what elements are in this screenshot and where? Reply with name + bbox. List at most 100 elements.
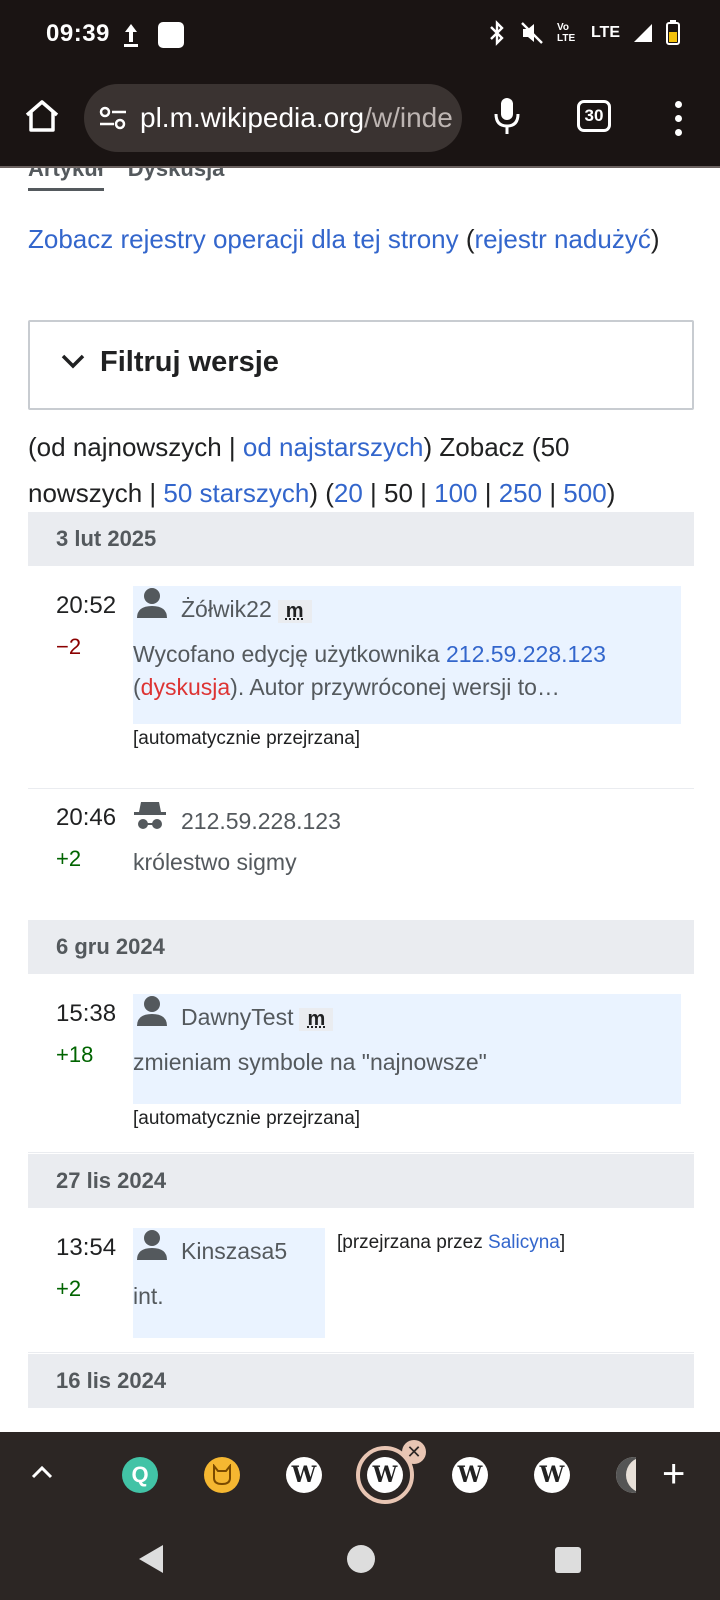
- minor-edit-badge: m: [277, 600, 312, 623]
- recents-icon[interactable]: [554, 1546, 582, 1574]
- entry-summary: int.: [133, 1283, 164, 1309]
- limit-100-link[interactable]: 100: [434, 478, 477, 508]
- entry-time[interactable]: 20:52: [56, 592, 116, 620]
- wikipedia-icon[interactable]: W: [534, 1457, 570, 1493]
- summary-ip-link[interactable]: 212.59.228.123: [446, 641, 606, 667]
- entry-time[interactable]: 15:38: [56, 1000, 116, 1028]
- logs-line: Zobacz rejestry operacji dla tej strony …: [28, 224, 660, 254]
- entry-summary: Wycofano edycję użytkownika 212.59.228.1…: [133, 641, 606, 700]
- home-icon[interactable]: [22, 96, 62, 136]
- entry-separator: [28, 788, 694, 789]
- overflow-menu-icon[interactable]: [668, 98, 688, 138]
- wikipedia-icon[interactable]: W: [286, 1457, 322, 1493]
- review-tag: [automatycznie przejrzana]: [133, 1108, 361, 1129]
- review-suffix: ]: [559, 1232, 566, 1253]
- entry-diff-size: +2: [56, 1276, 82, 1301]
- date-header: 3 lut 2025: [28, 512, 694, 566]
- notification-square-icon: [158, 22, 184, 48]
- cat-icon[interactable]: [204, 1457, 240, 1493]
- entry-separator: [28, 1152, 694, 1153]
- tab-switcher-button[interactable]: 30: [577, 100, 611, 132]
- abuse-log-link[interactable]: rejestr nadużyć: [475, 224, 651, 254]
- date-header: 16 lis 2024: [28, 1354, 694, 1408]
- wikipedia-icon: W: [367, 1457, 403, 1493]
- wikipedia-icon[interactable]: W: [452, 1457, 488, 1493]
- entry-diff-size: +18: [56, 1042, 94, 1067]
- entry-user[interactable]: Żółwik22 m: [181, 596, 312, 623]
- cat-face-icon: [213, 1464, 231, 1486]
- battery-icon: [666, 20, 680, 45]
- filter-revisions-toggle[interactable]: Filtruj wersje: [28, 320, 694, 410]
- signal-icon: [634, 24, 652, 42]
- page-tabs: Artykuł Dyskusja: [28, 168, 224, 191]
- tab-discussion[interactable]: Dyskusja: [128, 168, 225, 191]
- volte-icon: Vo LTE: [556, 22, 576, 44]
- nav-older-link[interactable]: 50 starszych: [163, 478, 309, 508]
- microphone-icon[interactable]: [492, 94, 522, 138]
- nav-see: Zobacz (50: [439, 432, 570, 462]
- nav-newest: od najnowszych: [36, 432, 222, 462]
- entry-username[interactable]: 212.59.228.123: [181, 808, 341, 835]
- anonymous-user-icon: [134, 802, 166, 829]
- history-entry: 15:38 +18 DawnyTest m zmieniam symbole na…: [28, 994, 694, 1144]
- entry-card: DawnyTest m zmieniam symbole na "najnowsz…: [133, 994, 681, 1104]
- entry-card: Żółwik22 m Wycofano edycję użytkownika 21…: [133, 586, 681, 724]
- url-host: pl.m.wikipedia.org: [140, 102, 365, 133]
- moon-icon[interactable]: [616, 1457, 636, 1493]
- tab-strip: Q W W ✕ W W +: [0, 1432, 720, 1518]
- address-bar[interactable]: pl.m.wikipedia.org/w/inde: [84, 84, 462, 152]
- limit-500-link[interactable]: 500: [563, 478, 606, 508]
- upload-icon: [124, 24, 138, 47]
- limit-250-link[interactable]: 250: [499, 478, 542, 508]
- history-entry: 20:52 −2 Żółwik22 m Wycofano edycję użytk…: [28, 586, 694, 756]
- nav-newer: nowszych: [28, 478, 143, 508]
- browser-toolbar: pl.m.wikipedia.org/w/inde 30: [0, 70, 720, 168]
- date-header: 27 lis 2024: [28, 1154, 694, 1208]
- date-header: 6 gru 2024: [28, 920, 694, 974]
- user-icon: [137, 996, 167, 1026]
- user-icon: [137, 1230, 167, 1260]
- history-entry: 20:46 +2 212.59.228.123 królestwo sigmy: [28, 798, 694, 918]
- entry-username[interactable]: Żółwik22: [181, 596, 272, 622]
- reviewer-link[interactable]: Salicyna: [488, 1232, 560, 1253]
- close-tab-icon[interactable]: ✕: [402, 1440, 426, 1464]
- bluetooth-icon: [490, 20, 504, 46]
- back-icon[interactable]: [136, 1542, 166, 1576]
- system-navigation-bar: [0, 1518, 720, 1600]
- new-tab-icon[interactable]: +: [662, 1452, 685, 1497]
- entry-user[interactable]: DawnyTest m: [181, 1004, 334, 1031]
- filter-label: Filtruj wersje: [100, 346, 279, 378]
- status-icons: Vo LTE LTE: [487, 20, 680, 46]
- entry-separator: [28, 1352, 694, 1353]
- entry-username[interactable]: Kinszasa5: [181, 1238, 287, 1265]
- limit-20-link[interactable]: 20: [334, 478, 363, 508]
- tab-article[interactable]: Artykuł: [28, 168, 104, 191]
- mute-icon: [521, 22, 543, 44]
- history-entry: 13:54 +2 Kinszasa5 int. [przejrzana prze…: [28, 1228, 694, 1348]
- url-path: /w/inde: [364, 102, 453, 133]
- entry-card: Kinszasa5 int.: [133, 1228, 325, 1338]
- review-info: [przejrzana przez Salicyna]: [337, 1232, 565, 1254]
- url-text[interactable]: pl.m.wikipedia.org/w/inde: [140, 102, 453, 134]
- status-bar: 09:39 Vo LTE LTE: [0, 0, 720, 70]
- quillbot-icon[interactable]: Q: [122, 1457, 158, 1493]
- entry-username[interactable]: DawnyTest: [181, 1004, 293, 1030]
- minor-edit-badge: m: [299, 1008, 334, 1031]
- home-nav-icon[interactable]: [346, 1544, 376, 1574]
- review-prefix: [przejrzana przez: [337, 1232, 489, 1253]
- limit-50-current: 50: [383, 478, 413, 508]
- page-content: Artykuł Dyskusja Zobacz rejestry operacj…: [0, 168, 720, 1432]
- entry-summary: zmieniam symbole na "najnowsze": [133, 1049, 487, 1075]
- entry-time[interactable]: 20:46: [56, 804, 116, 832]
- nav-oldest-link[interactable]: od najstarszych: [243, 432, 424, 462]
- site-settings-icon[interactable]: [98, 104, 128, 132]
- summary-text: Wycofano edycję użytkownika: [133, 641, 446, 667]
- summary-talk-link[interactable]: dyskusja: [141, 674, 230, 700]
- logs-link[interactable]: Zobacz rejestry operacji dla tej strony: [28, 224, 459, 254]
- review-tag: [automatycznie przejrzana]: [133, 728, 361, 749]
- summary-text-end: ). Autor przywróconej wersji to…: [230, 674, 560, 700]
- entry-time[interactable]: 13:54: [56, 1234, 116, 1262]
- chevron-up-icon[interactable]: [30, 1462, 54, 1482]
- chevron-down-icon: [61, 354, 85, 369]
- network-type: LTE: [590, 24, 620, 41]
